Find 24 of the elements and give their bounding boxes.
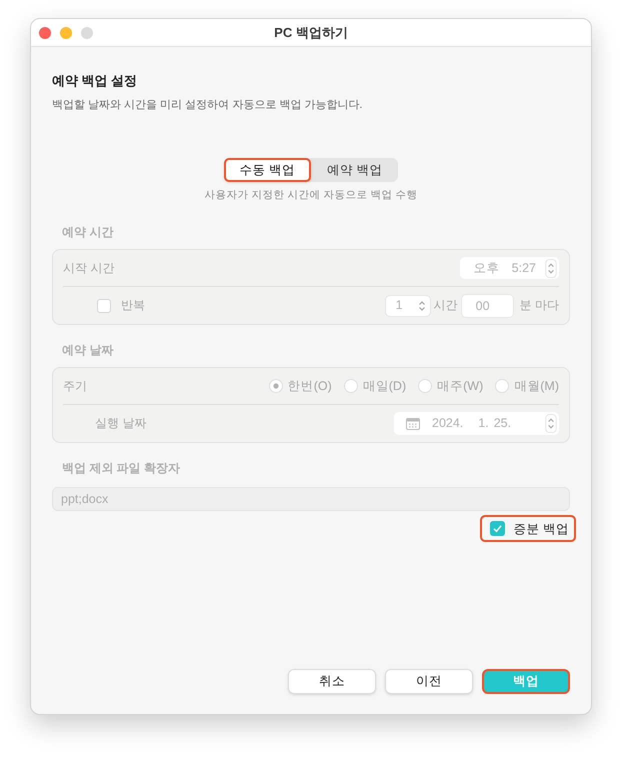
- field-label: 시작 시간: [63, 260, 114, 276]
- checkbox[interactable]: [490, 521, 505, 536]
- group-title: 백업 제외 파일 확장자: [61, 461, 182, 476]
- chevron-updown-icon: [416, 298, 427, 312]
- field-label: 분 마다: [520, 298, 559, 313]
- field-label: 주기: [63, 378, 87, 394]
- description-text: 백업할 날짜와 시간을 미리 설정하여 자동으로 백업 가능합니다.: [52, 98, 364, 112]
- mode-tab[interactable]: 수동 백업: [224, 158, 311, 182]
- minimize-button[interactable]: [60, 26, 72, 38]
- caption-text: 사용자가 지정한 시간에 자동으로 백업 수행: [204, 189, 418, 202]
- mode-tab[interactable]: 예약 백업: [311, 158, 398, 182]
- dialog-button[interactable]: 취소: [288, 669, 376, 694]
- calendar-icon: [406, 418, 420, 430]
- group-title: 예약 날짜: [61, 343, 114, 358]
- field-label: 시간: [434, 298, 458, 313]
- dialog-button[interactable]: 백업: [482, 669, 570, 694]
- window-title: PC 백업하기: [274, 24, 348, 40]
- dialog-button[interactable]: 이전: [385, 669, 473, 694]
- group-title: 예약 시간: [61, 225, 114, 240]
- incremental-backup-option[interactable]: 증분 백업: [480, 515, 576, 542]
- close-button[interactable]: [39, 26, 51, 38]
- field-label: 실행 날짜: [95, 416, 146, 431]
- section-heading: 예약 백업 설정: [52, 73, 138, 89]
- checkbox-label: 반복: [121, 298, 145, 313]
